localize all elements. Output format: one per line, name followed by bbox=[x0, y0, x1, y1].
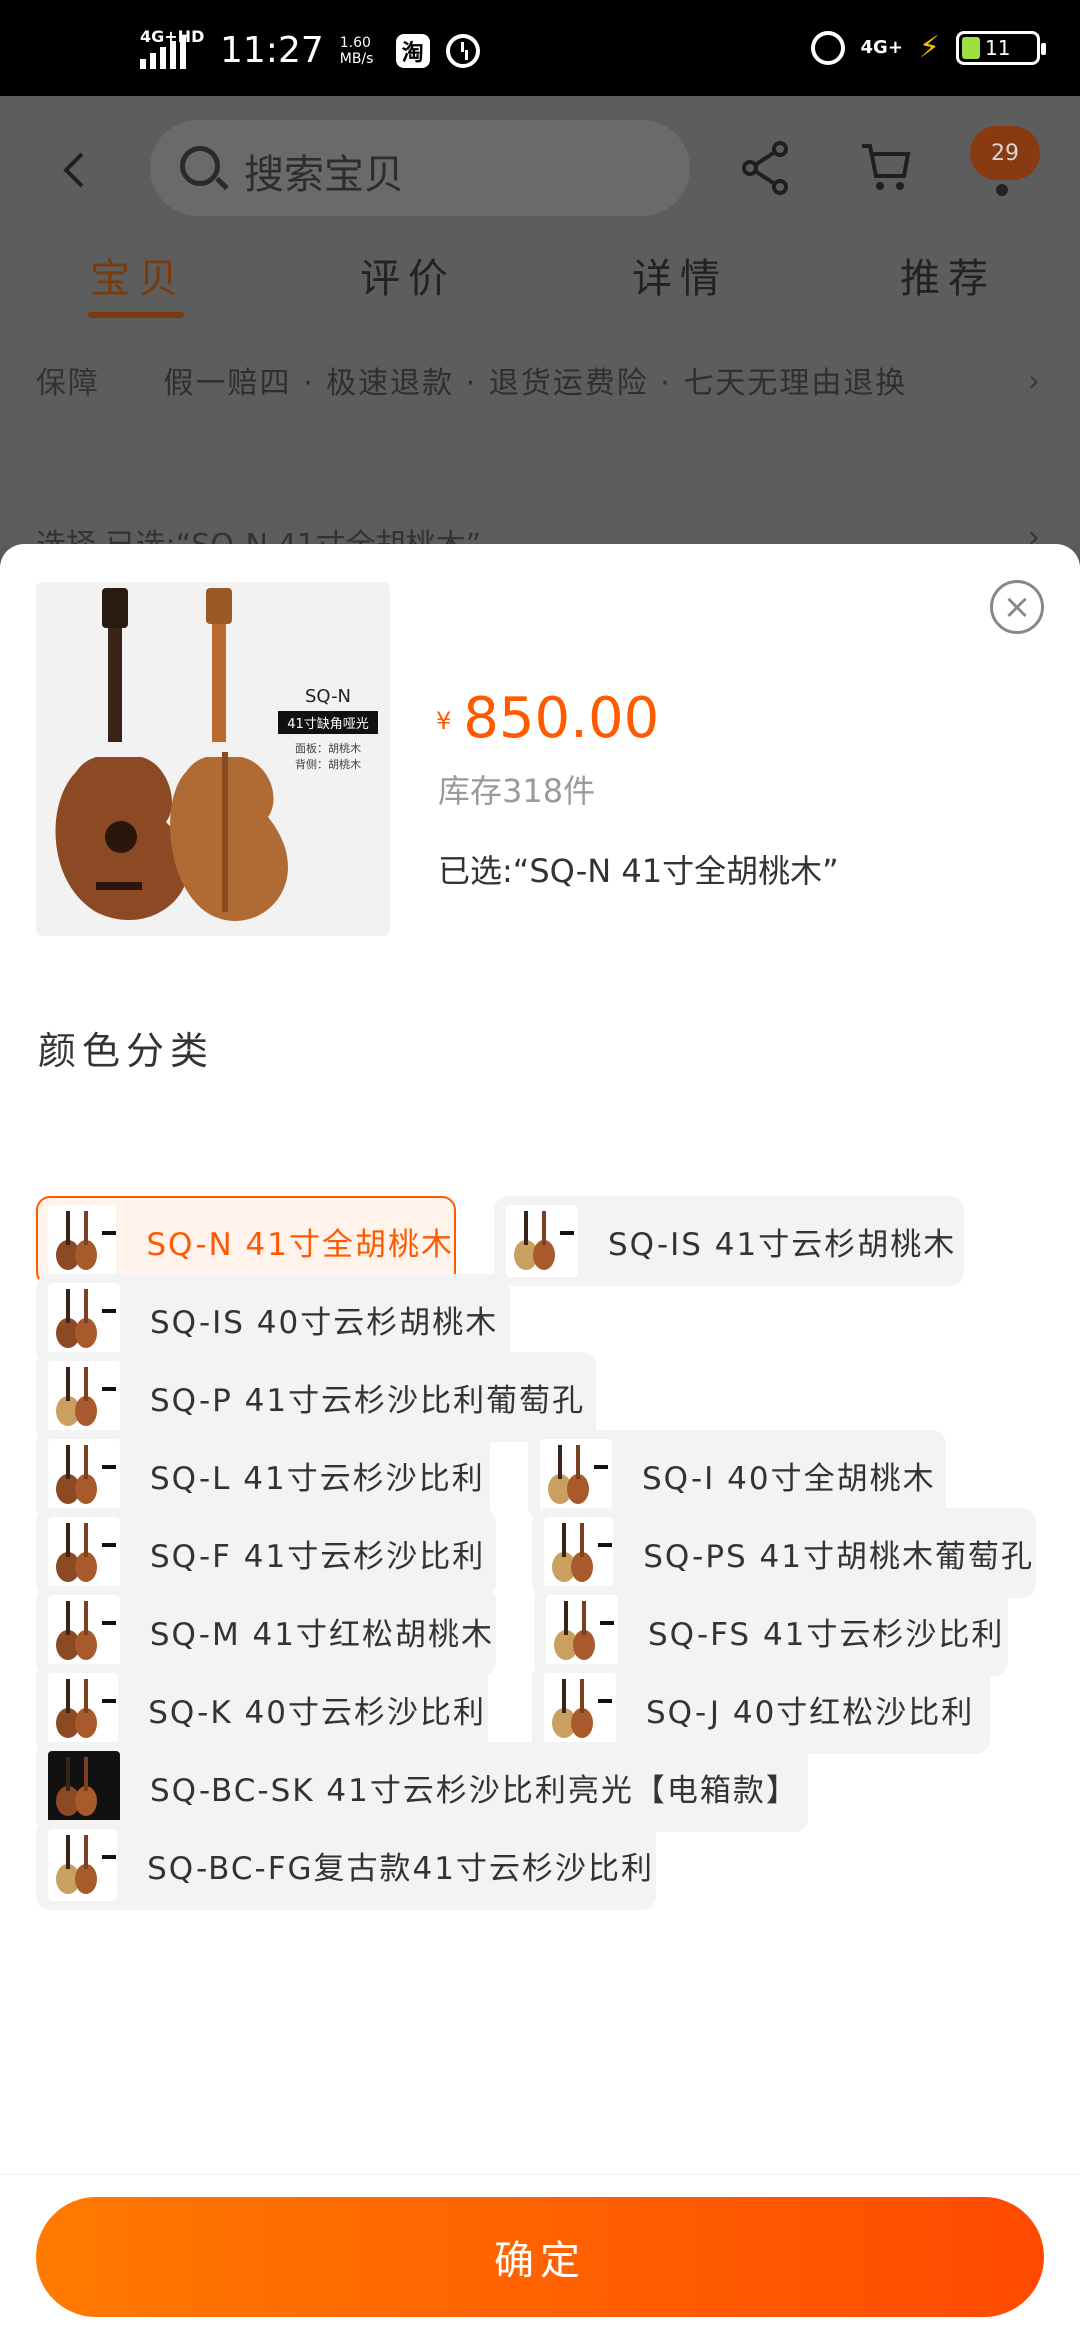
tab-baobei[interactable]: 宝贝 bbox=[90, 246, 186, 304]
confirm-button[interactable]: 确定 bbox=[36, 2197, 1044, 2317]
variant-label: SQ-F 41寸云杉沙比利 bbox=[150, 1538, 486, 1575]
variant-thumbnail bbox=[48, 1439, 120, 1511]
guarantee-row[interactable]: 保障 假一赔四 · 极速退款 · 退货运费险 · 七天无理由退换 bbox=[36, 358, 907, 402]
variant-label: SQ-FS 41寸云杉沙比利 bbox=[648, 1616, 1005, 1653]
close-icon[interactable]: × bbox=[990, 580, 1044, 634]
battery-level: 11 bbox=[985, 35, 1011, 60]
variant-option[interactable]: SQ-P 41寸云杉沙比利葡萄孔 bbox=[36, 1352, 596, 1442]
sku-selection-sheet: SQ-N 41寸缺角哑光 面板：胡桃木 背侧：胡桃木 × ¥850.00 库存3… bbox=[0, 544, 1080, 2340]
variant-thumbnail bbox=[48, 1829, 118, 1901]
cart-icon[interactable] bbox=[860, 142, 912, 194]
taobao-notification-icon: 淘 bbox=[395, 33, 430, 68]
more-dot-icon bbox=[996, 184, 1008, 196]
variant-option[interactable]: SQ-PS 41寸胡桃木葡萄孔 bbox=[532, 1508, 1036, 1598]
selected-variant-text: 已选:“SQ-N 41寸全胡桃木” bbox=[438, 852, 839, 890]
variant-option[interactable]: SQ-IS 41寸云杉胡桃木 bbox=[494, 1196, 964, 1286]
status-right: 4G+ ⚡ 11 bbox=[810, 30, 1046, 65]
variant-label: SQ-BC-FG复古款41寸云杉沙比利 bbox=[147, 1850, 654, 1887]
image-caption-model: SQ-N bbox=[304, 686, 352, 707]
variant-thumbnail bbox=[48, 1283, 120, 1355]
network-type-right: 4G+ bbox=[860, 37, 903, 58]
signal-icon: 4G+HD bbox=[140, 27, 204, 69]
variant-thumbnail bbox=[48, 1517, 120, 1589]
tab-details[interactable]: 详情 bbox=[632, 246, 728, 304]
variant-label: SQ-BC-SK 41寸云杉沙比利亮光【电箱款】 bbox=[150, 1772, 799, 1809]
charging-icon: ⚡ bbox=[918, 30, 940, 65]
chevron-right-icon: › bbox=[1028, 364, 1040, 399]
variant-thumbnail bbox=[48, 1751, 120, 1823]
variant-label: SQ-K 40寸云杉沙比利 bbox=[148, 1694, 486, 1731]
variant-label: SQ-L 41寸云杉沙比利 bbox=[150, 1460, 485, 1497]
variant-option[interactable]: SQ-J 40寸红松沙比利 bbox=[532, 1664, 990, 1754]
back-arrow-icon[interactable] bbox=[58, 152, 94, 188]
variant-label: SQ-IS 41寸云杉胡桃木 bbox=[608, 1226, 957, 1263]
tab-reviews[interactable]: 评价 bbox=[360, 246, 456, 304]
image-caption-sub: 41寸缺角哑光 bbox=[278, 711, 378, 734]
price-currency: ¥ bbox=[436, 707, 452, 735]
variant-option[interactable]: SQ-M 41寸红松胡桃木 bbox=[36, 1586, 496, 1676]
variant-option[interactable]: SQ-FS 41寸云杉沙比利 bbox=[534, 1586, 1008, 1676]
alarm-icon bbox=[810, 30, 845, 65]
variant-thumbnail bbox=[544, 1673, 616, 1745]
variant-label: SQ-I 40寸全胡桃木 bbox=[642, 1460, 936, 1497]
variant-option[interactable]: SQ-L 41寸云杉沙比利 bbox=[36, 1430, 490, 1520]
variant-option[interactable]: SQ-F 41寸云杉沙比利 bbox=[36, 1508, 496, 1598]
variant-thumbnail bbox=[546, 1595, 618, 1667]
product-page-background: 搜索宝贝 29 宝贝 评价 详情 推荐 保障 假一赔四 · 极速退款 · 退货运… bbox=[0, 96, 1080, 563]
image-caption-line2: 背侧：胡桃木 bbox=[295, 758, 361, 771]
stock-count: 库存318件 bbox=[438, 772, 596, 810]
variant-option[interactable]: SQ-K 40寸云杉沙比利 bbox=[36, 1664, 488, 1754]
cart-count-badge[interactable]: 29 bbox=[970, 126, 1040, 180]
battery-icon: 11 bbox=[956, 30, 1046, 65]
variant-thumbnail bbox=[544, 1517, 614, 1589]
search-icon bbox=[180, 146, 220, 186]
active-tab-indicator bbox=[88, 312, 184, 318]
alarm-notification-icon bbox=[445, 33, 480, 68]
variant-thumbnail bbox=[48, 1673, 119, 1745]
variant-thumbnail bbox=[540, 1439, 612, 1511]
variant-option[interactable]: SQ-BC-SK 41寸云杉沙比利亮光【电箱款】 bbox=[36, 1742, 808, 1832]
share-icon[interactable] bbox=[740, 140, 790, 196]
guarantee-label: 保障 bbox=[36, 366, 100, 401]
variant-label: SQ-J 40寸红松沙比利 bbox=[646, 1694, 975, 1731]
variant-thumbnail bbox=[48, 1361, 120, 1433]
price-value: 850.00 bbox=[463, 686, 660, 751]
variant-thumbnail bbox=[48, 1205, 117, 1277]
network-speed: 1.60 MB/s bbox=[339, 34, 374, 67]
section-title-color: 颜色分类 bbox=[38, 1029, 215, 1073]
sheet-footer: 确定 bbox=[0, 2174, 1080, 2340]
variant-option[interactable]: SQ-I 40寸全胡桃木 bbox=[528, 1430, 946, 1520]
variant-thumbnail bbox=[506, 1205, 578, 1277]
variant-option[interactable]: SQ-N 41寸全胡桃木 bbox=[36, 1196, 456, 1286]
variant-option[interactable]: SQ-BC-FG复古款41寸云杉沙比利 bbox=[36, 1820, 656, 1910]
status-left: 4G+HD 11:27 1.60 MB/s 淘 bbox=[140, 27, 480, 71]
variant-thumbnail bbox=[48, 1595, 120, 1667]
variant-label: SQ-N 41寸全胡桃木 bbox=[146, 1226, 454, 1263]
variant-label: SQ-P 41寸云杉沙比利葡萄孔 bbox=[150, 1382, 586, 1419]
tab-recommend[interactable]: 推荐 bbox=[900, 246, 996, 304]
search-input[interactable]: 搜索宝贝 bbox=[150, 120, 690, 216]
variant-label: SQ-M 41寸红松胡桃木 bbox=[149, 1616, 494, 1653]
variant-label: SQ-PS 41寸胡桃木葡萄孔 bbox=[643, 1538, 1034, 1575]
guarantee-text: 假一赔四 · 极速退款 · 退货运费险 · 七天无理由退换 bbox=[163, 366, 908, 401]
variant-option[interactable]: SQ-IS 40寸云杉胡桃木 bbox=[36, 1274, 510, 1364]
image-caption-line1: 面板：胡桃木 bbox=[295, 742, 361, 755]
price: ¥850.00 bbox=[436, 686, 659, 751]
variant-label: SQ-IS 40寸云杉胡桃木 bbox=[150, 1304, 499, 1341]
status-time: 11:27 bbox=[220, 30, 324, 71]
search-placeholder: 搜索宝贝 bbox=[244, 152, 404, 198]
product-image[interactable]: SQ-N 41寸缺角哑光 面板：胡桃木 背侧：胡桃木 bbox=[36, 582, 390, 936]
status-bar: 4G+HD 11:27 1.60 MB/s 淘 4G+ ⚡ 11 bbox=[0, 0, 1080, 96]
